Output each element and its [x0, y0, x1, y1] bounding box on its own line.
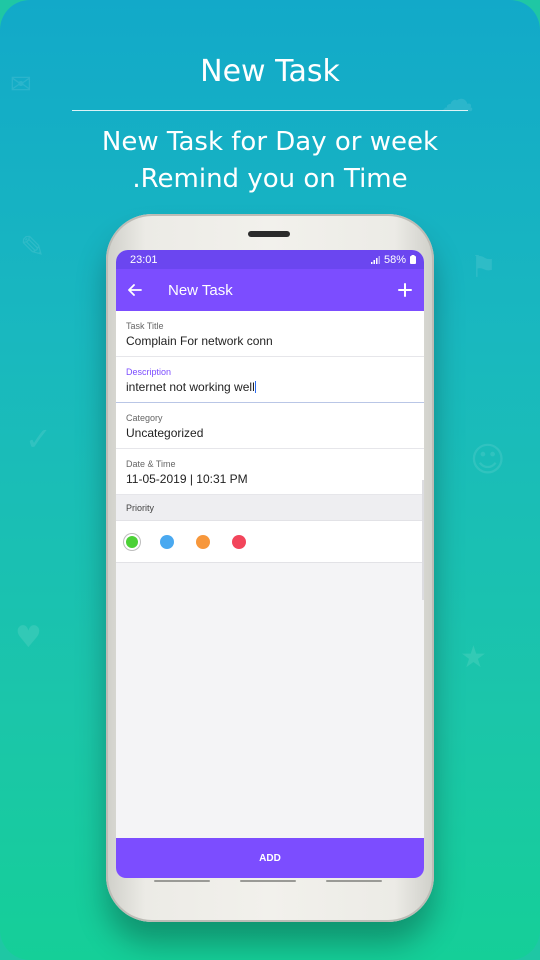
- headline-subtitle-line-2: .Remind you on Time: [132, 164, 408, 194]
- category-label: Category: [126, 413, 163, 423]
- doodle-decoration: ✓: [25, 420, 52, 458]
- priority-option-green[interactable]: [126, 535, 138, 548]
- task-title-value: Complain For network conn: [126, 334, 273, 348]
- plus-icon[interactable]: [398, 278, 412, 302]
- priority-option-red[interactable]: [232, 534, 246, 549]
- battery-icon: [410, 255, 416, 264]
- text-caret: [254, 381, 256, 393]
- priority-section-header: Priority: [116, 495, 424, 521]
- datetime-value: 11-05-2019 | 10:31 PM: [126, 472, 248, 486]
- doodle-decoration: ☺: [470, 440, 506, 480]
- add-button[interactable]: ADD: [116, 838, 424, 878]
- datetime-label: Date & Time: [126, 459, 176, 469]
- doodle-decoration: ♥: [15, 620, 42, 655]
- nav-recent-button[interactable]: [154, 880, 210, 882]
- doodle-decoration: ⚑: [470, 250, 497, 285]
- nav-home-button[interactable]: [240, 880, 296, 882]
- headline-divider: [72, 110, 468, 111]
- system-nav-bar: [116, 878, 424, 888]
- scrollbar: [422, 480, 424, 600]
- datetime-field[interactable]: Date & Time 11-05-2019 | 10:31 PM: [116, 449, 424, 495]
- status-time: 23:01: [130, 253, 158, 266]
- status-icons: 58%: [370, 253, 416, 266]
- description-value: internet not working well: [126, 380, 255, 394]
- description-input[interactable]: internet not working well: [126, 380, 414, 394]
- nav-back-button[interactable]: [326, 880, 382, 882]
- priority-selector: [116, 521, 424, 563]
- priority-option-orange[interactable]: [196, 534, 210, 549]
- app-bar-title: New Task: [168, 281, 233, 299]
- task-title-label: Task Title: [126, 321, 164, 331]
- doodle-decoration: ★: [460, 640, 487, 675]
- battery-percent: 58%: [383, 253, 406, 266]
- description-field[interactable]: Description internet not working well: [116, 357, 424, 403]
- priority-option-blue[interactable]: [160, 534, 174, 549]
- status-bar: 23:01 58%: [116, 250, 424, 269]
- phone-screen: 23:01 58% New Task Task Title Complain F…: [116, 250, 424, 878]
- doodle-decoration: ✎: [20, 230, 46, 265]
- phone-speaker: [248, 231, 290, 237]
- headline-subtitle-line-1: New Task for Day or week: [101, 127, 439, 157]
- category-value: Uncategorized: [126, 426, 204, 440]
- arrow-left-icon[interactable]: [128, 280, 168, 301]
- description-label: Description: [126, 367, 172, 377]
- signal-icon: [370, 255, 380, 264]
- task-title-field[interactable]: Task Title Complain For network conn: [116, 311, 424, 357]
- app-bar: New Task: [116, 269, 424, 311]
- headline-title: New Task: [200, 54, 340, 89]
- category-field[interactable]: Category Uncategorized: [116, 403, 424, 449]
